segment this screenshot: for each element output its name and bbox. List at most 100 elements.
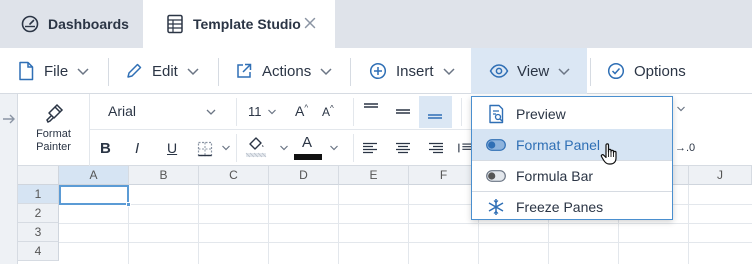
select-all-corner[interactable] [18,166,59,185]
grid-line [688,185,689,264]
chevron-down-icon[interactable] [328,142,340,154]
grid-line [59,242,752,243]
underline-button[interactable]: U [167,140,177,156]
view-menu-item-format-panel[interactable]: Format Panel [472,129,672,160]
view-menu-item-label: Freeze Panes [516,198,604,215]
view-menu-item-label: Preview [516,105,566,122]
tab-strip: Dashboards Template Studio [0,0,752,48]
row-header[interactable]: 3 [18,223,59,242]
column-header[interactable]: J [689,166,752,185]
dashboard-gauge-icon [20,14,40,34]
toggle-off-icon [486,166,506,186]
menu-insert-label: Insert [396,62,434,80]
toggle-on-icon [486,135,506,155]
menu-view[interactable]: View [471,48,587,94]
view-menu-item-formula-bar[interactable]: Formula Bar [472,160,672,191]
font-size-select[interactable]: 11 [248,104,262,119]
chevron-down-icon[interactable] [220,142,232,154]
tab-template-studio[interactable]: Template Studio [143,0,335,48]
fill-color-icon[interactable] [244,134,268,158]
menu-actions-label: Actions [262,62,312,80]
align-right-icon[interactable] [426,140,446,156]
chevron-down-icon[interactable] [278,142,290,154]
external-link-icon [234,61,254,81]
menu-file-label: File [44,62,69,80]
menu-separator [590,58,591,86]
menu-edit[interactable]: Edit [124,48,224,94]
decrease-font-button[interactable]: A^ [322,104,334,119]
menu-separator [350,58,351,86]
grid-line [408,185,409,264]
format-painter-label-line2: Painter [36,141,71,153]
column-header[interactable]: F [409,166,479,185]
menu-view-label: View [517,62,550,80]
grid-line [268,185,269,264]
italic-button[interactable]: I [135,140,139,157]
chevron-down-icon [319,64,333,78]
grid-line [59,223,752,224]
menu-bar: File Edit Actions Insert View Options [0,48,752,94]
chevron-down-icon[interactable] [266,106,278,118]
close-icon[interactable] [301,14,319,32]
fill-handle[interactable] [126,202,131,207]
wrap-text-icon[interactable] [458,140,472,156]
file-icon [16,61,36,81]
bold-button[interactable]: B [100,140,111,157]
chevron-down-icon[interactable] [674,102,688,116]
chevron-down-icon[interactable] [204,105,218,119]
align-middle-icon[interactable] [392,104,414,120]
view-menu-dropdown: Preview Format Panel Formula Bar Freeze … [471,96,673,220]
decrease-font-letter: A [322,105,331,119]
menu-separator [108,58,109,86]
check-circle-icon [606,61,626,81]
snowflake-icon [486,197,506,217]
pencil-icon [124,61,144,81]
preview-icon [486,104,506,124]
tab-dashboards[interactable]: Dashboards [0,0,143,48]
row-header[interactable]: 2 [18,204,59,223]
toolbar-separator [353,98,354,126]
toolbar-separator [236,134,237,162]
menu-options[interactable]: Options [606,48,706,94]
chevron-down-icon [186,64,200,78]
increase-font-button[interactable]: A^ [295,103,308,119]
column-header[interactable]: A [59,166,129,185]
row-header[interactable]: 4 [18,242,59,261]
view-menu-item-preview[interactable]: Preview [472,98,672,129]
font-color-swatch [294,154,322,160]
column-header[interactable]: C [199,166,269,185]
menu-file[interactable]: File [16,48,102,94]
view-menu-item-freeze-panes[interactable]: Freeze Panes [472,191,672,222]
column-header[interactable]: D [269,166,339,185]
format-painter-button[interactable]: Format Painter [18,94,90,166]
toolbar-row-divider [90,129,471,130]
arrow-right-icon[interactable] [2,112,16,126]
menu-insert[interactable]: Insert [368,48,468,94]
column-header[interactable]: B [129,166,199,185]
decimal-increase-button[interactable]: →.0 [675,142,695,154]
toolbar-separator [353,134,354,162]
menu-separator [218,58,219,86]
grid-line [198,185,199,264]
menu-actions[interactable]: Actions [234,48,344,94]
align-top-icon[interactable] [360,100,382,116]
view-menu-item-label: Formula Bar [516,167,594,184]
chevron-down-icon [557,64,571,78]
active-cell[interactable] [59,185,129,205]
format-painter-label-line1: Format [36,128,71,140]
sidebar-rail [0,166,18,264]
toolbar-separator [461,98,462,126]
row-header[interactable]: 1 [18,185,59,204]
font-family-select[interactable]: Arial [108,103,136,119]
borders-icon[interactable] [196,140,214,158]
align-left-icon[interactable] [360,140,380,156]
column-header[interactable]: E [339,166,409,185]
increase-font-letter: A [295,103,305,119]
tab-dashboards-label: Dashboards [48,16,129,32]
grid-line [338,185,339,264]
chevron-down-icon [442,64,456,78]
font-color-button[interactable]: A [302,134,312,151]
align-center-icon[interactable] [393,140,413,156]
paintbrush-icon [43,103,65,125]
sidebar-rail [0,94,18,166]
